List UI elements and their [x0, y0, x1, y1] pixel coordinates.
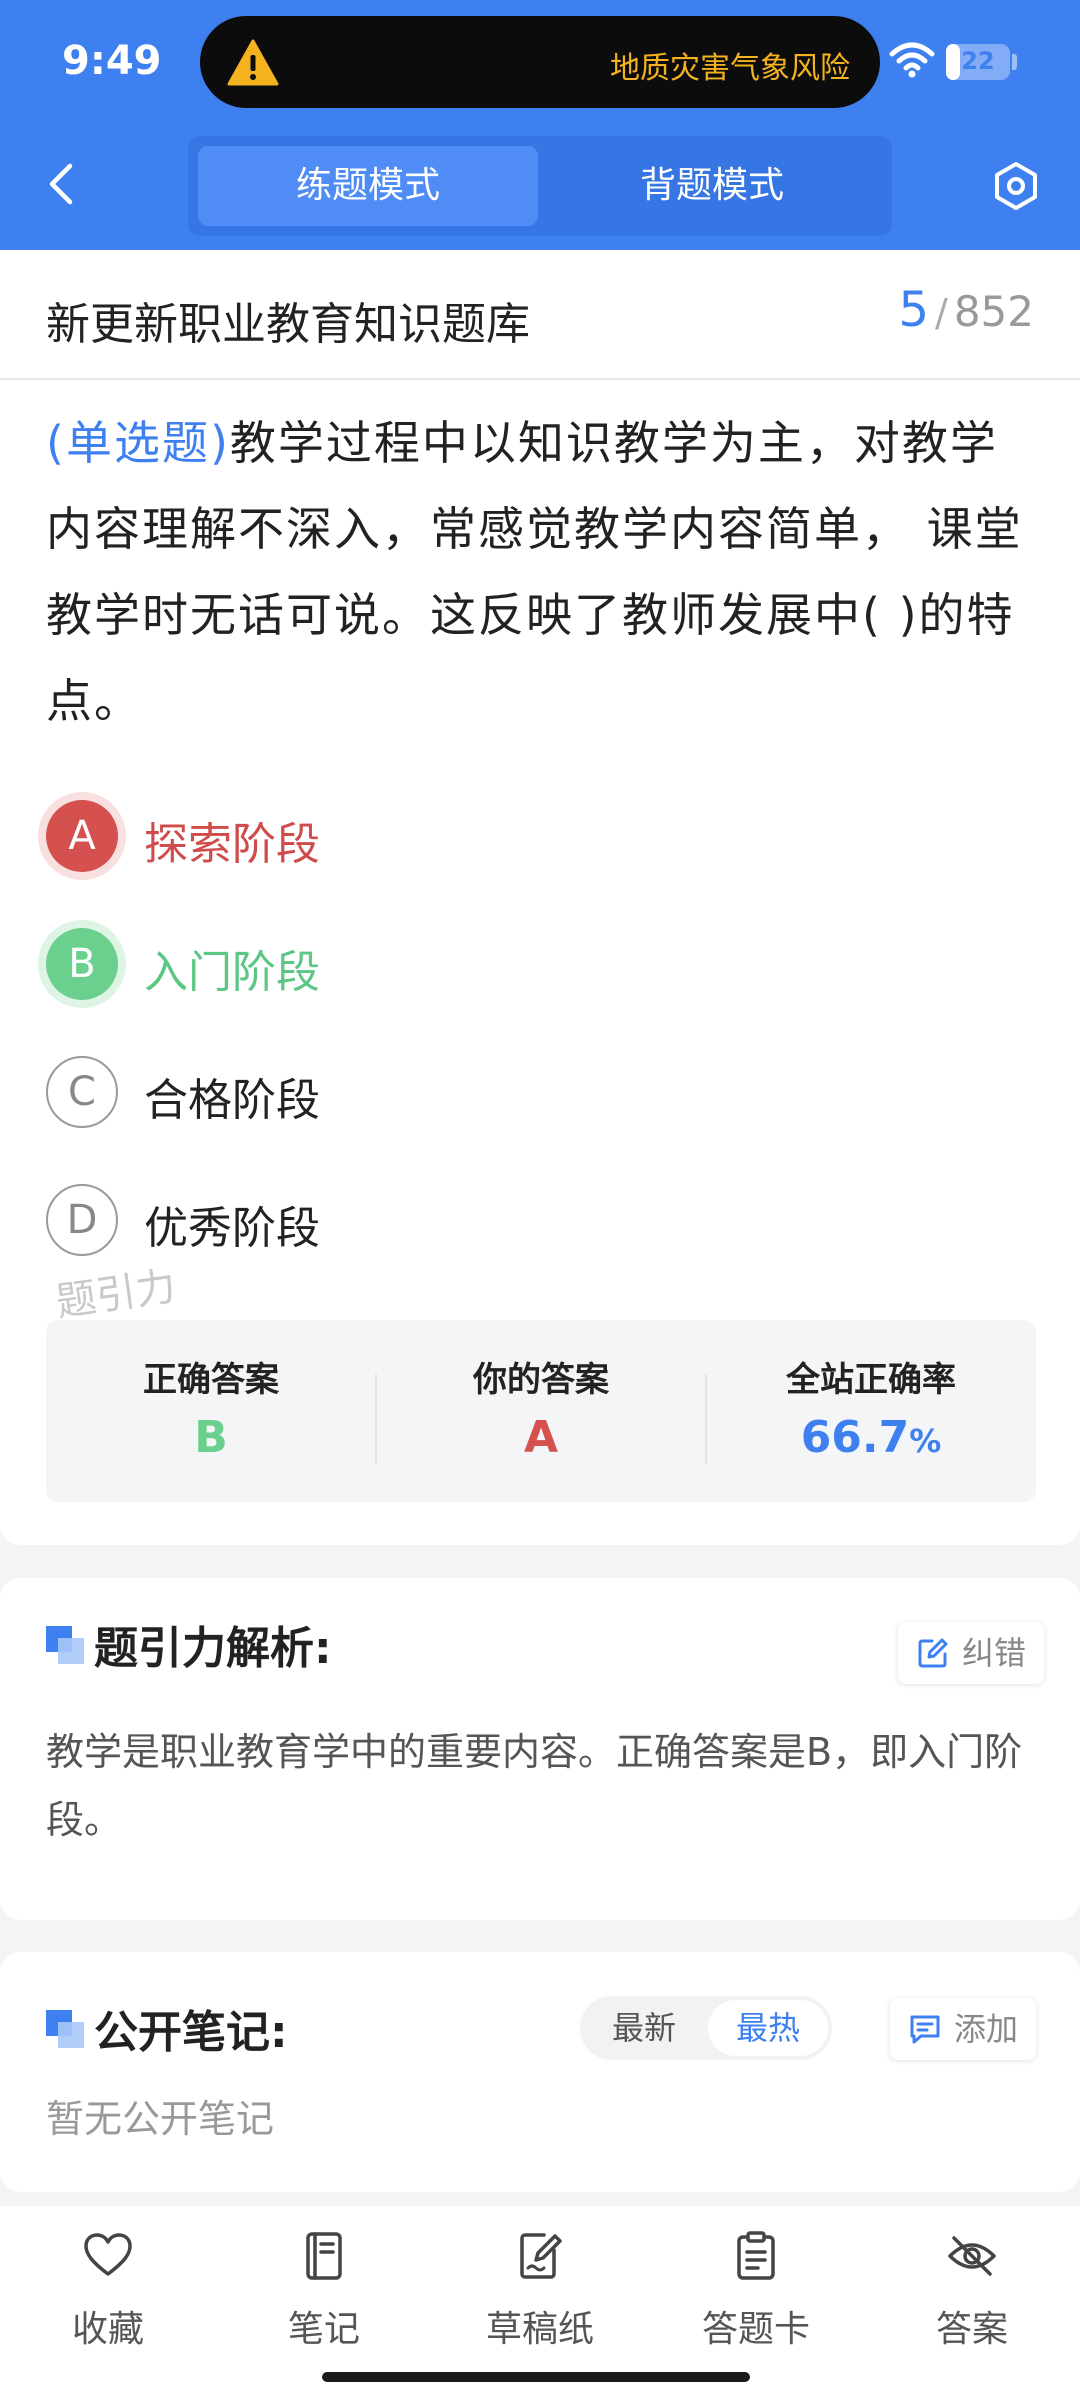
answer-summary: 正确答案 B 你的答案 A 全站正确率 66.7%	[46, 1320, 1036, 1502]
option-a[interactable]: A 探索阶段	[46, 796, 646, 876]
heart-icon	[84, 2233, 132, 2276]
edit-icon	[918, 1638, 948, 1668]
section-icon	[46, 1626, 84, 1664]
option-d-letter: D	[46, 1184, 118, 1256]
wifi-icon	[889, 42, 935, 78]
watermark: 题引力	[53, 1263, 179, 1326]
sort-latest[interactable]: 最新	[584, 2000, 704, 2056]
show-answer-label: 答案	[935, 2309, 1008, 2350]
dynamic-island-alert[interactable]: 地质灾害气象风险	[200, 16, 880, 108]
total-questions: 852	[953, 287, 1034, 336]
counter-separator: /	[935, 291, 948, 335]
divider	[0, 378, 1080, 380]
add-note-label: 添加	[954, 2010, 1019, 2048]
answer-card-label: 答题卡	[701, 2309, 810, 2350]
notes-title: 公开笔记:	[94, 2007, 288, 2058]
status-time: 9:49	[62, 38, 162, 84]
question-text: (单选题)教学过程中以知识教学为主，对教学内容理解不深入，常感觉教学内容简单， …	[46, 400, 1036, 744]
draft-paper-label: 草稿纸	[485, 2309, 594, 2350]
alert-text: 地质灾害气象风险	[610, 51, 850, 86]
sort-hottest[interactable]: 最热	[708, 2000, 828, 2056]
report-error-label: 纠错	[962, 1634, 1027, 1672]
app-header: 9:49 地质灾害气象风险 22 练题模式 背题模式	[0, 0, 1080, 250]
correct-answer-label: 正确答案	[143, 1360, 279, 1400]
correct-rate-number: 66.7	[800, 1412, 910, 1463]
option-c[interactable]: C 合格阶段	[46, 1052, 646, 1132]
public-notes-card: 公开笔记: 最新 最热 添加 暂无公开笔记	[0, 1952, 1080, 2192]
question-type: (单选题)	[46, 416, 230, 470]
settings-icon[interactable]	[990, 160, 1042, 212]
draft-paper-button[interactable]: 草稿纸	[432, 2230, 648, 2370]
question-card: 新更新职业教育知识题库 5/852 (单选题)教学过程中以知识教学为主，对教学内…	[0, 250, 1080, 1545]
explanation-text: 教学是职业教育学中的重要内容。正确答案是B，即入门阶段。	[46, 1730, 1023, 1842]
back-icon[interactable]	[42, 160, 82, 208]
bottom-toolbar: 收藏 笔记 草稿纸 答题卡 答案	[0, 2206, 1080, 2400]
your-answer-value: A	[523, 1412, 559, 1463]
option-c-text: 合格阶段	[144, 1075, 320, 1126]
mode-switch: 练题模式 背题模式	[188, 136, 892, 236]
correct-answer-column: 正确答案 B	[46, 1320, 376, 1502]
battery-indicator: 22	[946, 44, 1010, 80]
question-bank-title: 新更新职业教育知识题库	[46, 299, 530, 350]
option-d[interactable]: D 优秀阶段	[46, 1180, 646, 1260]
correct-rate-unit: %	[909, 1422, 942, 1460]
option-b[interactable]: B 入门阶段	[46, 924, 646, 1004]
option-b-letter: B	[46, 928, 118, 1000]
answer-card-icon	[737, 2231, 775, 2280]
notebook-icon	[306, 2232, 342, 2280]
favorite-button[interactable]: 收藏	[0, 2230, 216, 2370]
comment-icon	[910, 2015, 940, 2044]
explanation-title: 题引力解析:	[94, 1623, 332, 1674]
add-note-button[interactable]: 添加	[890, 1998, 1037, 2060]
your-answer-label: 你的答案	[473, 1360, 609, 1400]
home-indicator[interactable]	[322, 2372, 750, 2382]
eye-off-icon	[948, 2236, 996, 2276]
report-error-button[interactable]: 纠错	[898, 1622, 1045, 1684]
explanation-card: 题引力解析: 纠错 教学是职业教育学中的重要内容。正确答案是B，即入门阶段。	[0, 1578, 1080, 1920]
battery-tip	[1012, 54, 1017, 70]
option-b-text: 入门阶段	[144, 947, 320, 998]
answer-card-button[interactable]: 答题卡	[648, 2230, 864, 2370]
tab-memorize-mode[interactable]: 背题模式	[542, 146, 882, 226]
question-counter[interactable]: 5/852	[898, 282, 1034, 338]
tab-practice-mode[interactable]: 练题模式	[198, 146, 538, 226]
notes-sort-toggle: 最新 最热	[580, 1996, 832, 2060]
battery-text: 22	[961, 47, 995, 75]
notes-label: 笔记	[287, 2309, 360, 2350]
correct-rate-value: 66.7%	[706, 1412, 1036, 1463]
option-d-text: 优秀阶段	[144, 1203, 320, 1254]
correct-rate-column: 全站正确率 66.7%	[706, 1320, 1036, 1502]
your-answer-column: 你的答案 A	[376, 1320, 706, 1502]
favorite-label: 收藏	[71, 2309, 144, 2350]
correct-answer-value: B	[194, 1412, 228, 1463]
notes-empty-text: 暂无公开笔记	[46, 2097, 275, 2141]
option-a-text: 探索阶段	[144, 819, 320, 870]
notes-button[interactable]: 笔记	[216, 2230, 432, 2370]
correct-rate-label: 全站正确率	[786, 1360, 956, 1400]
section-icon	[46, 2010, 84, 2048]
draft-paper-icon	[520, 2233, 562, 2279]
show-answer-button[interactable]: 答案	[864, 2230, 1080, 2370]
current-question-number: 5	[898, 282, 930, 338]
option-a-letter: A	[46, 800, 118, 872]
warning-icon	[227, 39, 279, 86]
option-c-letter: C	[46, 1056, 118, 1128]
